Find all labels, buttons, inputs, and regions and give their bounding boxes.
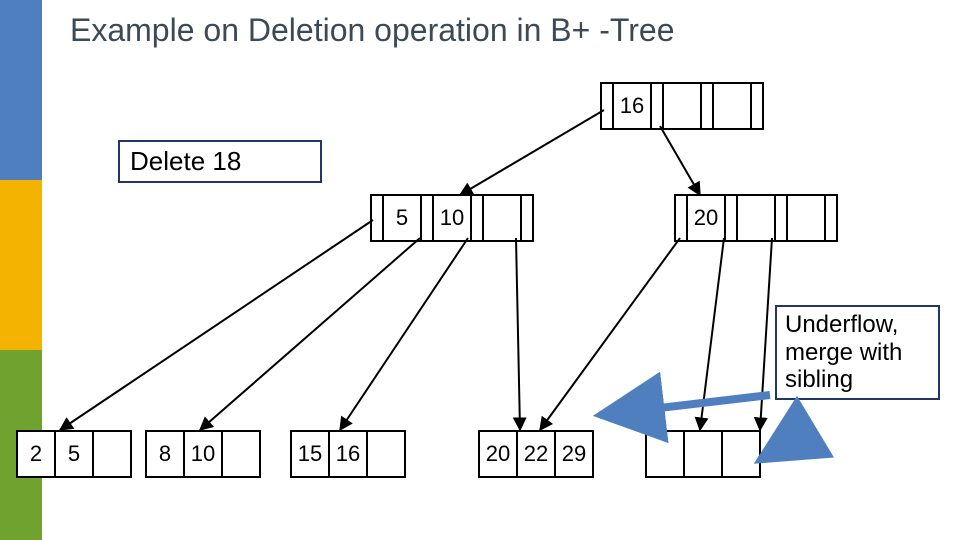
node-leaf-3: 15 16 [290,430,406,478]
cell [368,432,404,476]
node-internal-left: 5 10 [370,194,534,242]
cell [484,196,522,240]
cell: 20 [480,432,518,476]
node-root: 16 [600,82,764,130]
node-internal-right: 20 [674,194,838,242]
cell [788,196,826,240]
cell: 22 [518,432,556,476]
cell: 29 [556,432,592,476]
page-title: Example on Deletion operation in B+ -Tre… [70,12,674,49]
cell [714,84,752,128]
cell [647,432,685,476]
node-leaf-5 [645,430,761,478]
band-yellow [0,180,42,350]
cell [94,432,130,476]
cell: 10 [185,432,223,476]
cell: 10 [434,196,472,240]
cell [223,432,259,476]
delete-label: Delete 18 [118,140,322,183]
band-blue [0,0,42,180]
cell: 8 [147,432,185,476]
cell [685,432,723,476]
cell: 5 [384,196,422,240]
cell: 16 [330,432,368,476]
node-leaf-1: 2 5 [16,430,132,478]
cell: 16 [614,84,652,128]
annotation-underflow: Underflow, merge with sibling [775,305,940,400]
cell [664,84,702,128]
cell: 20 [688,196,726,240]
cell: 2 [18,432,56,476]
node-leaf-2: 8 10 [145,430,261,478]
cell: 15 [292,432,330,476]
cell [738,196,776,240]
cell: 5 [56,432,94,476]
cell [723,432,759,476]
node-leaf-4: 20 22 29 [478,430,594,478]
